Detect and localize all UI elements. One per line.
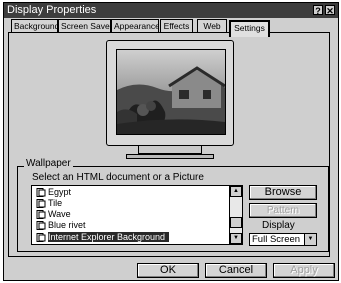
list-item-label: Internet Explorer Background bbox=[48, 232, 170, 242]
display-label: Display bbox=[262, 220, 295, 231]
apply-button[interactable]: Apply bbox=[273, 263, 335, 278]
wallpaper-select-label: Select an HTML document or a Picture bbox=[32, 172, 204, 183]
list-item-label: Egypt bbox=[48, 187, 72, 197]
document-icon bbox=[36, 199, 46, 209]
document-icon bbox=[36, 188, 46, 198]
list-item-label: Blue rivet bbox=[48, 220, 86, 230]
help-button[interactable]: ? bbox=[313, 5, 323, 16]
monitor-base bbox=[126, 154, 214, 159]
wallpaper-group-label: Wallpaper bbox=[24, 158, 73, 170]
list-item[interactable]: Tile bbox=[36, 198, 62, 209]
list-item[interactable]: Egypt bbox=[36, 187, 71, 198]
monitor-stand bbox=[138, 146, 202, 154]
scroll-up-arrow-icon[interactable]: ▲ bbox=[230, 186, 242, 197]
tab-settings[interactable]: Settings bbox=[229, 20, 270, 37]
cancel-button[interactable]: Cancel bbox=[205, 263, 267, 278]
tab-appearance[interactable]: Appearance bbox=[111, 19, 159, 33]
tab-web[interactable]: Web bbox=[197, 19, 227, 33]
list-item-selected[interactable]: Internet Explorer Background bbox=[36, 232, 170, 243]
monitor-preview bbox=[106, 40, 234, 146]
list-item-label: Wave bbox=[48, 209, 71, 219]
wallpaper-preview-image bbox=[116, 49, 226, 135]
chevron-down-icon[interactable]: ▼ bbox=[304, 234, 316, 245]
ok-button[interactable]: OK bbox=[137, 263, 199, 278]
document-icon bbox=[36, 221, 46, 231]
list-scrollbar[interactable]: ▲ ▼ bbox=[229, 186, 242, 244]
scroll-down-arrow-icon[interactable]: ▼ bbox=[230, 233, 242, 244]
scroll-thumb[interactable] bbox=[230, 217, 242, 228]
display-mode-select[interactable]: Full Screen ▼ bbox=[249, 233, 317, 246]
document-icon bbox=[36, 210, 46, 220]
list-item-label: Tile bbox=[48, 198, 63, 208]
document-icon bbox=[36, 233, 46, 243]
wallpaper-list[interactable]: Egypt Tile Wave Blue rivet Internet Expl… bbox=[31, 185, 243, 245]
window-title: Display Properties bbox=[7, 4, 97, 16]
tab-screen-saver[interactable]: Screen Saver bbox=[58, 19, 111, 33]
tab-effects[interactable]: Effects bbox=[160, 19, 193, 33]
list-item[interactable]: Wave bbox=[36, 209, 71, 220]
list-item[interactable]: Blue rivet bbox=[36, 220, 86, 231]
display-mode-value: Full Screen bbox=[252, 234, 301, 245]
pattern-button[interactable]: Pattern bbox=[249, 203, 317, 218]
close-button[interactable]: ✕ bbox=[325, 5, 335, 16]
tab-background[interactable]: Background bbox=[11, 19, 58, 33]
title-bar[interactable]: Display Properties ? ✕ bbox=[4, 3, 338, 18]
browse-button[interactable]: Browse bbox=[249, 185, 317, 200]
